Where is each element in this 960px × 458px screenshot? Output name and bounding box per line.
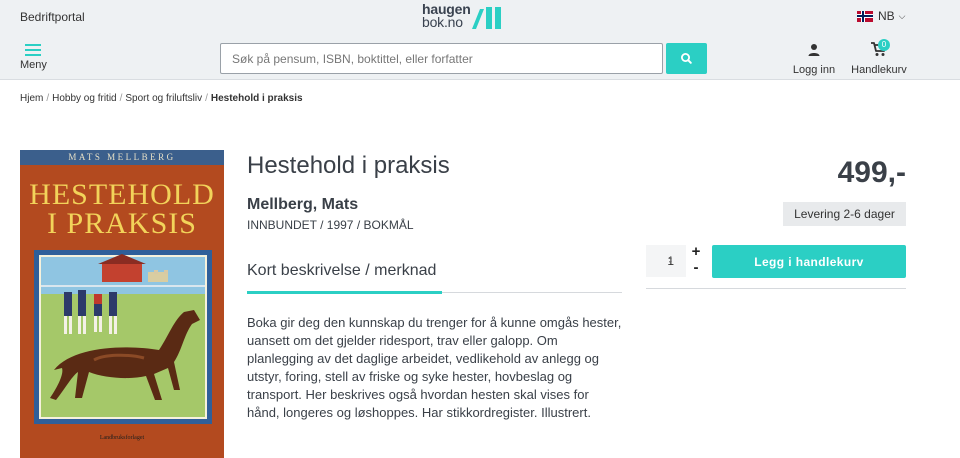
cover-publisher: Landbruksforlaget	[99, 435, 145, 441]
cover-title-line-1: HESTEHOLD	[29, 178, 215, 211]
language-selector[interactable]: NB ⌵	[857, 9, 906, 23]
logo-line-2: bok.no	[422, 14, 463, 30]
product-meta: INNBUNDET / 1997 / BOKMÅL	[247, 218, 414, 232]
menu-button[interactable]: Meny	[20, 44, 50, 74]
logo-bars-icon	[472, 7, 501, 29]
quantity-decrease-button[interactable]: -	[689, 260, 703, 275]
product-description: Boka gir deg den kunnskap du trenger for…	[247, 315, 622, 420]
breadcrumb-hobby[interactable]: Hobby og fritid	[52, 93, 116, 104]
add-to-cart-button[interactable]: Legg i handlekurv	[712, 245, 906, 278]
tab-short-description[interactable]: Kort beskrivelse / merknad	[247, 262, 436, 280]
hamburger-icon	[25, 44, 41, 59]
quantity-increase-button[interactable]: +	[689, 244, 703, 259]
delivery-badge: Levering 2-6 dager	[783, 202, 906, 226]
cover-author: MATS MELLBERG	[68, 152, 176, 162]
breadcrumb: Hjem / Hobby og fritid / Sport og friluf…	[20, 93, 303, 104]
cover-title-line-2: I PRAKSIS	[47, 207, 197, 240]
breadcrumb-separator: /	[46, 93, 50, 104]
breadcrumb-current: Hestehold i praksis	[210, 93, 303, 104]
login-button[interactable]: Logg inn	[791, 43, 837, 76]
breadcrumb-home[interactable]: Hjem	[20, 93, 43, 104]
user-icon	[808, 44, 820, 56]
norway-flag-icon	[857, 10, 873, 22]
chevron-down-icon: ⌵	[898, 10, 906, 21]
cover-title: HESTEHOLD I PRAKSIS	[20, 178, 224, 240]
search-box	[220, 43, 663, 74]
search-button[interactable]	[666, 43, 707, 74]
quantity-spinner-icon[interactable]: ▲ ▼	[668, 256, 674, 266]
breadcrumb-separator: /	[205, 93, 208, 104]
product-price: 499,-	[837, 156, 906, 189]
site-logo[interactable]: haugen bok.no	[422, 2, 506, 31]
cart-count-badge: 0	[878, 39, 890, 51]
login-label: Logg inn	[792, 64, 836, 76]
cart-button[interactable]: 0 Handlekurv	[849, 39, 909, 76]
horse-illustration	[34, 250, 212, 424]
search-input[interactable]	[221, 44, 662, 73]
cart-label: Handlekurv	[851, 64, 907, 76]
logo-text: haugen bok.no	[422, 2, 471, 30]
breadcrumb-sport[interactable]: Sport og friluftsliv	[125, 93, 202, 104]
search-icon	[680, 52, 692, 64]
site-header: Bedriftportal haugen bok.no NB ⌵ Meny Sø…	[0, 0, 960, 80]
breadcrumb-separator: /	[119, 93, 123, 104]
language-code: NB	[878, 9, 895, 23]
corporate-portal-link[interactable]: Bedriftportal	[20, 10, 85, 24]
purchase-divider	[646, 288, 906, 289]
tab-active-indicator	[247, 291, 442, 294]
product-title: Hestehold i praksis	[247, 152, 450, 179]
quantity-input[interactable]: 1	[646, 245, 686, 277]
menu-label: Meny	[20, 59, 47, 71]
book-cover-image[interactable]: MATS MELLBERG HESTEHOLD I PRAKSIS Landbr…	[20, 150, 224, 458]
product-author-link[interactable]: Mellberg, Mats	[247, 196, 358, 214]
